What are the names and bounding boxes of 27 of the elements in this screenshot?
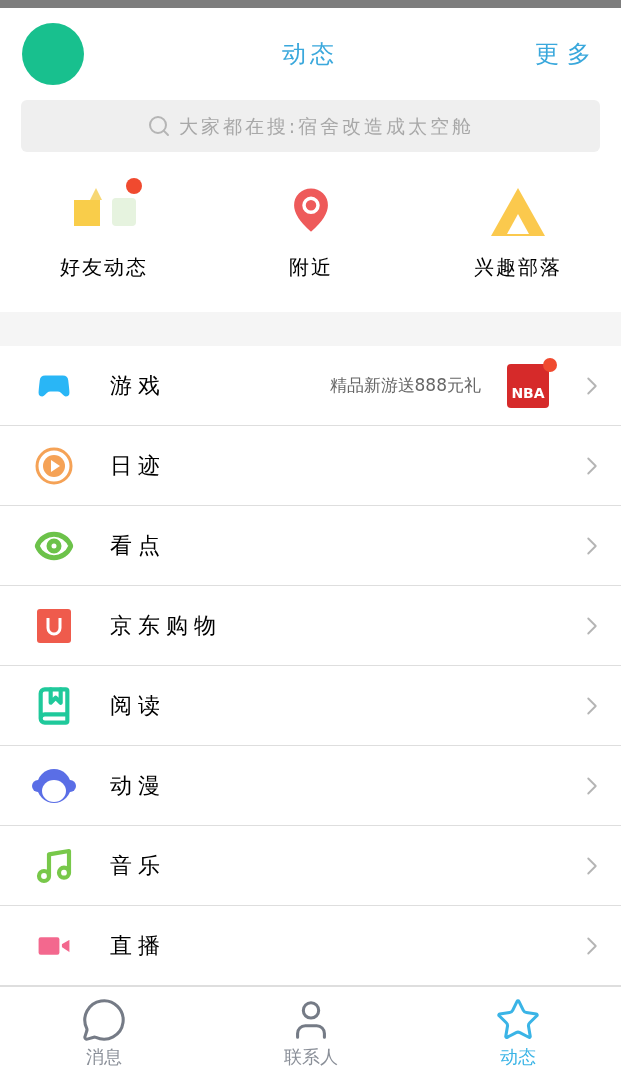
menu-label: 直播	[110, 932, 166, 960]
search-icon	[146, 114, 171, 138]
page-title: 动态	[281, 39, 338, 70]
shopping-bag-icon	[37, 608, 71, 643]
menu-label: 音乐	[110, 852, 166, 880]
menu-row[interactable]: 音乐	[0, 826, 621, 906]
menu-label: 游戏	[110, 372, 166, 400]
menu-row[interactable]: 游戏 精品新游送888元礼 NBA	[0, 346, 621, 426]
menu-row[interactable]: 动漫	[0, 746, 621, 826]
shortcut-button[interactable]: 附近	[207, 174, 414, 312]
menu-row[interactable]: 京东购物	[0, 586, 621, 666]
shortcut-button[interactable]: 兴趣部落	[414, 174, 621, 312]
menu-label: 日迹	[110, 452, 166, 480]
menu-row[interactable]: 阅读	[0, 666, 621, 746]
search-placeholder: 大家都在搜:宿舍改造成太空舱	[178, 113, 475, 139]
chat-bubble-icon	[80, 997, 127, 1043]
menu-row[interactable]: 看点	[0, 506, 621, 586]
shortcut-button[interactable]: 好友动态	[0, 174, 207, 312]
menu-label: 看点	[110, 532, 166, 560]
promo-text: 精品新游送888元礼	[329, 373, 481, 397]
menu-label: 阅读	[110, 692, 166, 720]
menu-row[interactable]: 日迹	[0, 426, 621, 506]
play-circle-icon	[34, 445, 74, 486]
tent-icon	[488, 186, 547, 238]
menu-row[interactable]: 直播	[0, 906, 621, 986]
menu-label: 动漫	[110, 772, 166, 800]
menu-label: 京东购物	[110, 612, 222, 640]
